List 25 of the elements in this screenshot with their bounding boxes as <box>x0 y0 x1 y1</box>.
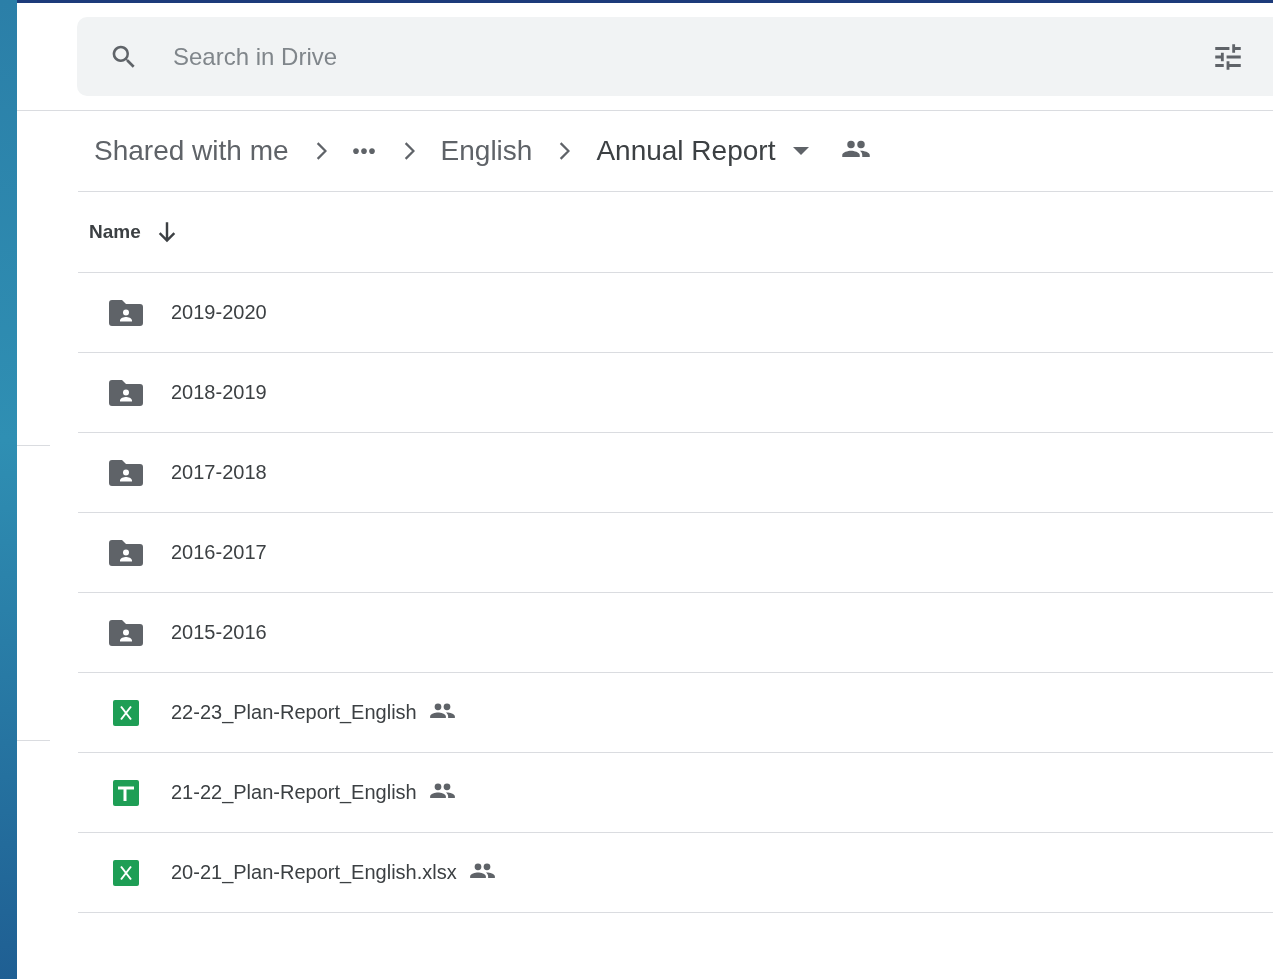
shared-folder-icon <box>109 619 143 646</box>
column-header[interactable]: Name <box>89 221 141 243</box>
shared-folder-icon <box>109 379 143 406</box>
file-name[interactable]: 2017-2018 <box>171 461 267 484</box>
shared-folder-icon <box>109 459 143 486</box>
search-input[interactable]: Search in Drive <box>171 41 1211 72</box>
file-name[interactable]: 2018-2019 <box>171 381 267 404</box>
file-name[interactable]: 21-22_Plan-Report_English <box>171 781 417 804</box>
file-name[interactable]: 20-21_Plan-Report_English.xlsx <box>171 861 457 884</box>
chevron-right-icon <box>314 142 327 160</box>
file-name[interactable]: 2015-2016 <box>171 621 267 644</box>
breadcrumb-item[interactable]: English <box>440 135 533 167</box>
file-name[interactable]: 2016-2017 <box>171 541 267 564</box>
arrow-down-icon[interactable] <box>156 221 177 243</box>
caret-down-icon[interactable] <box>793 147 810 155</box>
breadcrumb-item[interactable]: Shared with me <box>94 135 289 167</box>
search-field[interactable]: Search in Drive <box>77 17 1273 96</box>
more-button[interactable]: ••• <box>352 139 377 163</box>
shared-folder-icon <box>109 539 143 566</box>
file-name[interactable]: 22-23_Plan-Report_English <box>171 701 417 724</box>
chevron-right-icon <box>402 142 415 160</box>
chevron-right-icon <box>558 142 571 160</box>
shared-folder-icon <box>109 299 143 326</box>
breadcrumb-item[interactable]: Annual Report <box>596 135 776 167</box>
file-name[interactable]: 2019-2020 <box>171 301 267 324</box>
